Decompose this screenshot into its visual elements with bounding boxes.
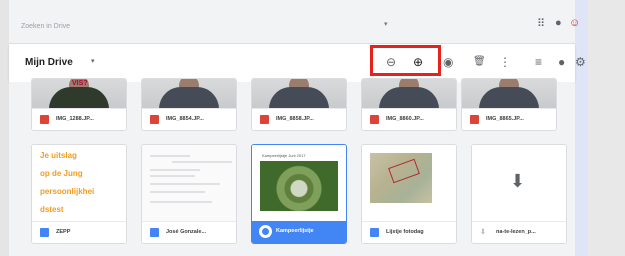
map-image xyxy=(370,153,432,203)
file-card-footer: IMG_1288.JP... xyxy=(32,108,126,130)
settings-gear-icon[interactable]: ⚙ xyxy=(575,54,586,70)
download-thumbnail: ⬇ xyxy=(472,145,566,223)
more-vertical-icon[interactable]: ⋮ xyxy=(499,54,511,70)
file-name: na-te-lezen_p... xyxy=(496,229,536,235)
file-card-photo[interactable]: IMG_8865.JP... xyxy=(461,78,557,131)
image-file-icon xyxy=(370,115,379,124)
file-name: IMG_8860.JP... xyxy=(386,116,424,122)
notifications-icon[interactable]: ● xyxy=(555,17,562,29)
file-card-pdf[interactable]: ⬇ ⇩ na-te-lezen_p... xyxy=(471,144,567,244)
image-file-icon xyxy=(40,115,49,124)
doc-file-icon xyxy=(370,228,379,237)
file-name: IMG_8865.JP... xyxy=(486,116,524,122)
image-file-icon xyxy=(260,115,269,124)
page-title[interactable]: Mijn Drive xyxy=(25,57,73,68)
file-card-doc[interactable]: Lijstje fotodag xyxy=(361,144,457,244)
doc-thumbnail: Kampeerlijstje Juni 2017 xyxy=(252,145,346,223)
doc-preview-caption: Kampeerlijstje Juni 2017 xyxy=(262,153,306,158)
file-card-doc-selected[interactable]: Kampeerlijstje Juni 2017 Kampeerlijstje xyxy=(251,144,347,244)
right-frame xyxy=(588,0,625,256)
download-icon: ⬇ xyxy=(510,171,526,191)
selected-doc-icon xyxy=(259,225,272,238)
photo-thumbnail xyxy=(462,79,556,110)
list-view-icon[interactable]: ≡ xyxy=(535,54,542,70)
file-card-footer: IMG_8860.JP... xyxy=(362,108,456,130)
avatar[interactable]: ☺ xyxy=(569,17,580,29)
file-card-doc[interactable]: Je uitslag op de Jung persoonlijkhei dst… xyxy=(31,144,127,244)
info-icon[interactable]: ● xyxy=(558,54,565,70)
file-name: IMG_8854.JP... xyxy=(166,116,204,122)
photo-thumbnail xyxy=(362,79,456,110)
doc-preview-line: dstest xyxy=(40,205,64,214)
file-card-footer: ⇩ na-te-lezen_p... xyxy=(472,221,566,243)
file-card-footer: IMG_8854.JP... xyxy=(142,108,236,130)
doc-thumbnail xyxy=(362,145,456,223)
doc-thumbnail xyxy=(142,145,236,223)
file-card-doc[interactable]: José Gonzale... xyxy=(141,144,237,244)
file-card-photo[interactable]: VIS? IMG_1288.JP... xyxy=(31,78,127,131)
photo-thumbnail xyxy=(252,79,346,110)
aerial-photo xyxy=(260,161,338,211)
doc-thumbnail: Je uitslag op de Jung persoonlijkhei dst… xyxy=(32,145,126,223)
doc-file-icon xyxy=(40,228,49,237)
file-name: Lijstje fotodag xyxy=(386,229,424,235)
file-grid: VIS? IMG_1288.JP... IMG_8854.JP... IMG_8… xyxy=(9,78,575,256)
search-input[interactable]: Zoeken in Drive xyxy=(21,23,70,30)
search-bar[interactable]: Zoeken in Drive ▾ ⠿ ● ☺ xyxy=(9,0,580,44)
file-card-footer: IMG_8865.JP... xyxy=(462,108,556,130)
search-options-caret-icon[interactable]: ▾ xyxy=(384,20,388,28)
image-file-icon xyxy=(470,115,479,124)
right-scroll-strip xyxy=(575,0,588,256)
file-card-footer: José Gonzale... xyxy=(142,221,236,243)
file-card-footer: Kampeerlijstje xyxy=(252,221,346,243)
image-file-icon xyxy=(150,115,159,124)
delete-trash-icon[interactable]: 🗑 xyxy=(473,54,486,70)
file-card-photo[interactable]: IMG_8854.JP... xyxy=(141,78,237,131)
doc-preview-line: persoonlijkhei xyxy=(40,187,95,196)
highlight-annotation xyxy=(370,45,441,76)
file-card-footer: ZEPP xyxy=(32,221,126,243)
file-card-photo[interactable]: IMG_8858.JP... xyxy=(251,78,347,131)
file-card-footer: Lijstje fotodag xyxy=(362,221,456,243)
apps-grid-icon[interactable]: ⠿ xyxy=(537,17,545,30)
file-name: IMG_8858.JP... xyxy=(276,116,314,122)
thumbnail-caption: VIS? xyxy=(72,80,88,87)
file-name: IMG_1288.JP... xyxy=(56,116,94,122)
doc-file-icon xyxy=(150,228,159,237)
download-file-icon: ⇩ xyxy=(480,229,486,236)
file-name: José Gonzale... xyxy=(166,229,207,235)
file-name: Kampeerlijstje xyxy=(276,228,314,234)
left-frame xyxy=(0,0,9,256)
file-name: ZEPP xyxy=(56,229,71,235)
doc-preview-line: Je uitslag xyxy=(40,151,77,160)
doc-preview-line: op de Jung xyxy=(40,169,83,178)
file-card-photo[interactable]: IMG_8860.JP... xyxy=(361,78,457,131)
drive-toolbar: Mijn Drive ▾ ⊖ ⊕ ◉ 🗑 ⋮ ≡ ● ⚙ xyxy=(9,44,586,82)
preview-eye-icon[interactable]: ◉ xyxy=(443,54,453,70)
file-card-footer: IMG_8858.JP... xyxy=(252,108,346,130)
chevron-down-icon[interactable]: ▾ xyxy=(91,57,95,65)
photo-thumbnail xyxy=(142,79,236,110)
photo-thumbnail: VIS? xyxy=(32,79,126,110)
